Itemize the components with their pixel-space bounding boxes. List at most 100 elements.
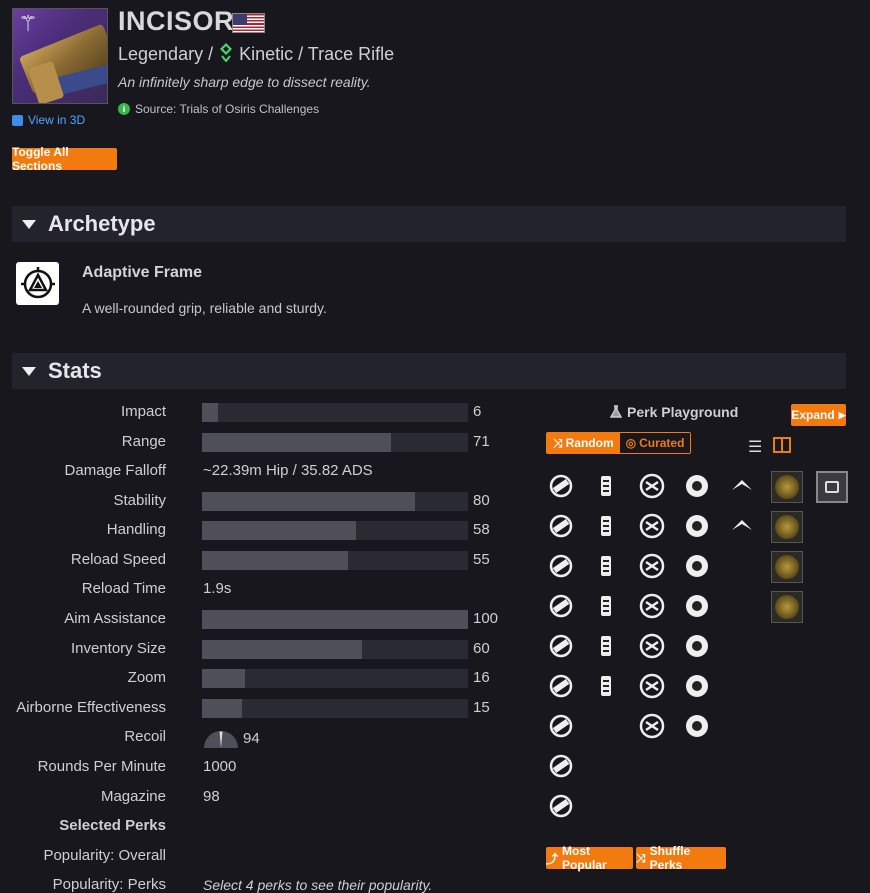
barrel-icon[interactable] [546, 471, 576, 501]
stat-label: Stability [113, 492, 166, 509]
target-icon: ◎ [625, 436, 637, 450]
barrel-icon[interactable] [546, 791, 576, 821]
stat-value: 1.9s [203, 580, 232, 597]
perk-icon[interactable] [637, 591, 667, 621]
stat-bar [202, 521, 468, 540]
battery-icon[interactable] [591, 591, 621, 621]
most-popular-button[interactable]: ⤴ Most Popular [546, 844, 633, 872]
kinetic-icon [219, 42, 233, 67]
view-in-3d-link[interactable]: View in 3D [12, 113, 85, 127]
stat-value: 55 [473, 551, 490, 568]
weapon-mod-icon[interactable] [771, 471, 803, 503]
stat-value: 100 [473, 610, 499, 627]
barrel-icon[interactable] [546, 511, 576, 541]
barrel-icon[interactable] [546, 551, 576, 581]
battery-icon[interactable] [591, 471, 621, 501]
stat-bar [202, 610, 468, 629]
flavor-text: An infinitely sharp edge to dissect real… [118, 74, 371, 90]
barrel-icon[interactable] [546, 631, 576, 661]
weapon-mod-icon[interactable] [771, 551, 803, 583]
archetype-name: Adaptive Frame [82, 264, 203, 281]
stat-label: Zoom [127, 669, 166, 686]
perk-icon[interactable] [682, 591, 712, 621]
stat-bar-fill [202, 699, 242, 718]
stat-row: Airborne Effectiveness 15 [0, 697, 520, 719]
stat-bar-fill [202, 669, 245, 688]
barrel-icon[interactable] [546, 751, 576, 781]
weapon-type-label: Kinetic / Trace Rifle [239, 44, 395, 64]
stat-row: Handling 58 [0, 519, 520, 541]
stat-label: Magazine [100, 788, 166, 805]
stat-label: Popularity: Perks [52, 876, 166, 893]
perk-icon[interactable] [727, 511, 757, 541]
shuffle-perks-button[interactable]: ⤨ Shuffle Perks [636, 844, 726, 872]
stat-value: 15 [473, 699, 490, 716]
trials-emblem-icon: ⚚ [18, 11, 38, 36]
stat-value: 1000 [203, 758, 237, 775]
curated-mode-button[interactable]: ◎ Curated [619, 433, 691, 453]
perk-icon[interactable] [637, 631, 667, 661]
barrel-icon[interactable] [546, 591, 576, 621]
stat-label: Damage Falloff [64, 462, 166, 479]
weapon-mod-icon[interactable] [771, 591, 803, 623]
stat-label: Inventory Size [70, 640, 166, 657]
stat-bar-fill [202, 403, 218, 422]
weapon-subtitle: Legendary / Kinetic / Trace Rifle [118, 42, 394, 67]
stat-label: Impact [120, 403, 166, 420]
perk-icon[interactable] [637, 711, 667, 741]
perk-icon[interactable] [682, 671, 712, 701]
barrel-icon[interactable] [546, 711, 576, 741]
battery-icon[interactable] [591, 631, 621, 661]
perk-icon[interactable] [637, 551, 667, 581]
list-view-icon[interactable]: ☰ [748, 437, 762, 457]
battery-icon[interactable] [591, 671, 621, 701]
perk-icon[interactable] [637, 471, 667, 501]
stat-bar [202, 551, 468, 570]
perk-icon[interactable] [682, 511, 712, 541]
random-mode-button[interactable]: ⤨ Random [547, 433, 620, 453]
recoil-arc-icon [204, 731, 238, 748]
masterwork-icon[interactable] [816, 471, 848, 503]
stat-bar-fill [202, 551, 349, 570]
stat-row: Reload Time 1.9s [0, 578, 520, 600]
chevron-right-icon: ▶ [838, 409, 846, 420]
expand-button[interactable]: Expand ▶ [791, 404, 846, 426]
stat-row: Impact 6 [0, 401, 520, 423]
cube-icon [12, 114, 23, 126]
archetype-section-header[interactable]: Archetype [12, 206, 846, 242]
weapon-mod-icon[interactable] [771, 511, 803, 543]
stat-value: 80 [473, 492, 490, 509]
stat-label: Rounds Per Minute [37, 758, 166, 775]
perk-icon[interactable] [682, 631, 712, 661]
perk-icon[interactable] [682, 711, 712, 741]
stat-row: Rounds Per Minute 1000 [0, 756, 520, 778]
stat-bar-fill [202, 610, 468, 629]
stat-label: Selected Perks [59, 817, 166, 834]
stats-section-header[interactable]: Stats [12, 353, 846, 389]
grid-view-icon[interactable] [773, 437, 791, 453]
battery-icon[interactable] [591, 511, 621, 541]
stat-label: Range [121, 433, 166, 450]
stat-row: Popularity: Overall [0, 845, 520, 867]
shuffle-icon: ⤨ [636, 850, 646, 865]
stat-row: Damage Falloff ~22.39m Hip / 35.82 ADS [0, 460, 520, 482]
battery-icon[interactable] [591, 551, 621, 581]
recoil-value: 94 [243, 730, 260, 747]
barrel-icon[interactable] [546, 671, 576, 701]
stat-value: ~22.39m Hip / 35.82 ADS [203, 462, 373, 479]
stat-label: Reload Speed [70, 551, 166, 568]
source-info: i Source: Trials of Osiris Challenges [118, 102, 319, 116]
perk-icon[interactable] [682, 471, 712, 501]
info-icon: i [118, 103, 130, 115]
perk-icon[interactable] [682, 551, 712, 581]
perk-icon[interactable] [637, 511, 667, 541]
stat-bar [202, 492, 468, 511]
rarity-label: Legendary / [118, 44, 214, 64]
perk-icon[interactable] [727, 471, 757, 501]
stat-row: Range 71 [0, 431, 520, 453]
stat-value: 58 [473, 521, 490, 538]
stat-label: Popularity: Overall [43, 847, 166, 864]
toggle-all-sections-button[interactable]: Toggle All Sections [12, 145, 117, 173]
perk-icon[interactable] [637, 671, 667, 701]
stat-bar [202, 699, 468, 718]
